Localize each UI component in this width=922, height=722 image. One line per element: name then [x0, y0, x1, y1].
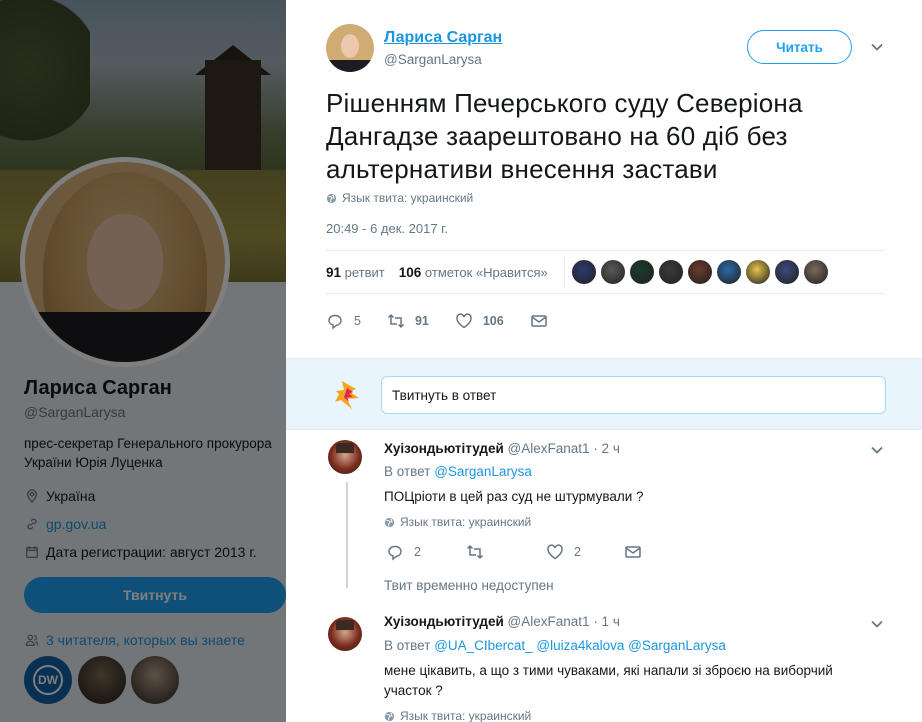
chevron-down-icon[interactable] [870, 443, 884, 457]
reply-header: Хуізондьютітудей @AlexFanat1 · 2 ч [384, 441, 620, 456]
thread-line [346, 482, 348, 588]
globe-icon [384, 711, 395, 721]
envelope-icon [530, 315, 547, 327]
reply-text: мене цікавить, а що з тими чуваками, які… [384, 663, 833, 698]
retweet-icon [466, 544, 484, 560]
retweet-action[interactable] [466, 543, 546, 561]
reply-to: В ответ @UA_CIbercat_ @luiza4kalova @Sar… [384, 638, 726, 653]
reply-action[interactable]: 2 [386, 543, 466, 561]
user-avatar-icon [335, 381, 359, 409]
tweet-language-text: Язык твита: украинский [342, 191, 474, 205]
retweet-action[interactable]: 91 [387, 312, 429, 330]
reply-icon [388, 545, 402, 561]
like-action[interactable]: 106 [455, 312, 504, 330]
reply-author-handle[interactable]: @AlexFanat1 [508, 614, 590, 629]
likes-stat-count: 106 [398, 264, 422, 280]
retweet-count: 91 [414, 314, 429, 328]
likers-avatars [571, 260, 833, 284]
tweet-author-avatar[interactable] [326, 24, 374, 72]
liker-avatar[interactable] [774, 260, 799, 284]
reply-text: ПОЦріоти в цей раз суд не штурмували ? [384, 489, 644, 504]
reply-author-name[interactable]: Хуізондьютітудей [384, 614, 504, 629]
reply-language-text: Язык твита: украинский [400, 515, 532, 529]
reply-author-avatar[interactable] [328, 617, 362, 651]
like-action[interactable]: 2 [546, 543, 624, 561]
permalink-tweet: Лариса Сарган @SarganLarysa Читать Рішен… [286, 0, 922, 358]
tweet-language: Язык твита: украинский [326, 191, 473, 205]
likes-stat-label: отметок «Нравится» [424, 264, 548, 280]
chevron-down-icon[interactable] [870, 617, 884, 631]
retweets-stat-count: 91 [326, 264, 342, 280]
liker-avatar[interactable] [629, 260, 654, 284]
globe-icon [384, 517, 395, 527]
chevron-down-icon[interactable] [870, 40, 884, 54]
retweets-stat-label: ретвит [344, 264, 385, 280]
reply-action[interactable]: 5 [326, 312, 361, 330]
reply-to-label: В ответ [384, 638, 431, 653]
tweet-stats: 91 ретвит 106 отметок «Нравится» [326, 250, 885, 294]
reply-author-name[interactable]: Хуізондьютітудей [384, 441, 504, 456]
reply-icon [328, 314, 342, 330]
tweet-unavailable-notice: Твит временно недоступен [384, 578, 554, 593]
reply-count: 5 [354, 314, 361, 328]
reply-header: Хуізондьютітудей @AlexFanat1 · 1 ч [384, 614, 620, 629]
reply-author-handle[interactable]: @AlexFanat1 [508, 441, 590, 456]
reply-language: Язык твита: украинский [384, 515, 531, 529]
heart-icon [547, 544, 563, 560]
envelope-icon [625, 546, 641, 558]
reply-time[interactable]: · 2 ч [593, 441, 620, 456]
globe-icon [326, 193, 337, 203]
reply-mention[interactable]: @SarganLarysa [434, 464, 532, 479]
liker-avatar[interactable] [600, 260, 625, 284]
reply-to: В ответ @SarganLarysa [384, 464, 532, 479]
reply-composer [286, 358, 922, 430]
reply-actions: 2 2 [386, 543, 686, 561]
reply-to-label: В ответ [384, 464, 431, 479]
stats-divider [563, 257, 565, 287]
reply-time[interactable]: · 1 ч [593, 614, 620, 629]
reply-input[interactable] [381, 376, 886, 414]
retweet-icon [387, 313, 404, 329]
retweets-stat[interactable]: 91 ретвит [326, 265, 385, 280]
tweet-modal: Лариса Сарган @SarganLarysa Читать Рішен… [286, 0, 922, 722]
tweet-actions: 5 91 106 [326, 310, 626, 332]
reply-language-text: Язык твита: украинский [400, 709, 532, 722]
liker-avatar[interactable] [716, 260, 741, 284]
reply-count: 2 [414, 545, 421, 559]
tweet-author-name[interactable]: Лариса Сарган [384, 29, 502, 47]
tweet-timestamp[interactable]: 20:49 - 6 дек. 2017 г. [326, 221, 448, 236]
reply-author-avatar[interactable] [328, 440, 362, 474]
reply-language: Язык твита: украинский [384, 709, 531, 722]
heart-icon [456, 313, 472, 329]
liker-avatar[interactable] [803, 260, 828, 284]
tweet-author-handle[interactable]: @SarganLarysa [384, 52, 482, 67]
liker-avatar[interactable] [687, 260, 712, 284]
dm-action[interactable] [530, 312, 548, 330]
dm-action[interactable] [624, 543, 642, 561]
likes-stat[interactable]: 106 отметок «Нравится» [399, 265, 548, 280]
liker-avatar[interactable] [745, 260, 770, 284]
reply-mention[interactable]: @UA_CIbercat_ @luiza4kalova @SarganLarys… [434, 638, 726, 653]
like-count: 2 [574, 545, 581, 559]
follow-button[interactable]: Читать [747, 30, 852, 64]
tweet-text: Рішенням Печерського суду Северіона Данг… [326, 88, 803, 184]
like-count: 106 [482, 314, 504, 328]
liker-avatar[interactable] [571, 260, 596, 284]
liker-avatar[interactable] [658, 260, 683, 284]
